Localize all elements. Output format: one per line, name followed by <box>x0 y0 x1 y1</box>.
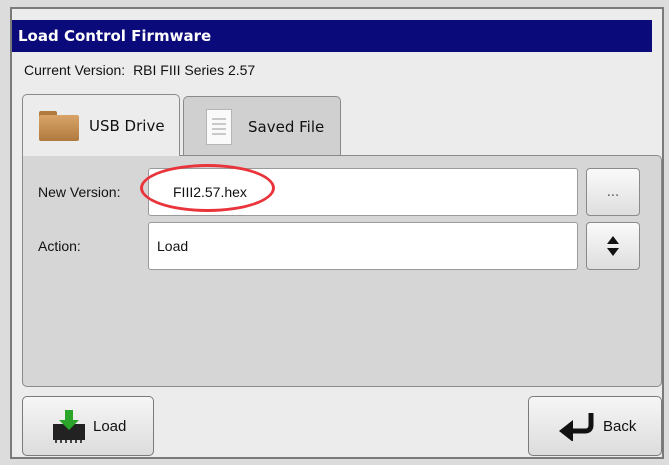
tab-usb-drive[interactable]: USB Drive <box>22 94 180 156</box>
dialog-title: Load Control Firmware <box>12 20 652 52</box>
new-version-label: New Version: <box>38 184 121 200</box>
back-button-label: Back <box>603 417 637 435</box>
document-icon <box>206 108 232 145</box>
current-version-label: Current Version: <box>24 62 126 78</box>
tab-saved-file-label: Saved File <box>248 117 325 136</box>
back-arrow-icon <box>559 413 594 441</box>
back-button[interactable]: Back <box>528 396 662 456</box>
new-version-field[interactable]: FIII2.57.hex <box>148 168 578 216</box>
folder-icon <box>39 110 79 141</box>
load-button-label: Load <box>93 417 127 435</box>
action-spinner-button[interactable] <box>586 222 640 270</box>
current-version: Current Version: RBI FIII Series 2.57 <box>24 62 255 78</box>
browse-button[interactable]: ... <box>586 168 640 216</box>
load-chip-icon <box>53 410 85 443</box>
current-version-value: RBI FIII Series 2.57 <box>133 62 256 78</box>
load-button[interactable]: Load <box>22 396 154 456</box>
action-select[interactable]: Load <box>148 222 578 270</box>
up-down-arrows-icon <box>607 236 619 256</box>
tab-saved-file[interactable]: Saved File <box>183 96 341 156</box>
action-label: Action: <box>38 238 81 254</box>
tab-usb-drive-label: USB Drive <box>89 116 165 135</box>
